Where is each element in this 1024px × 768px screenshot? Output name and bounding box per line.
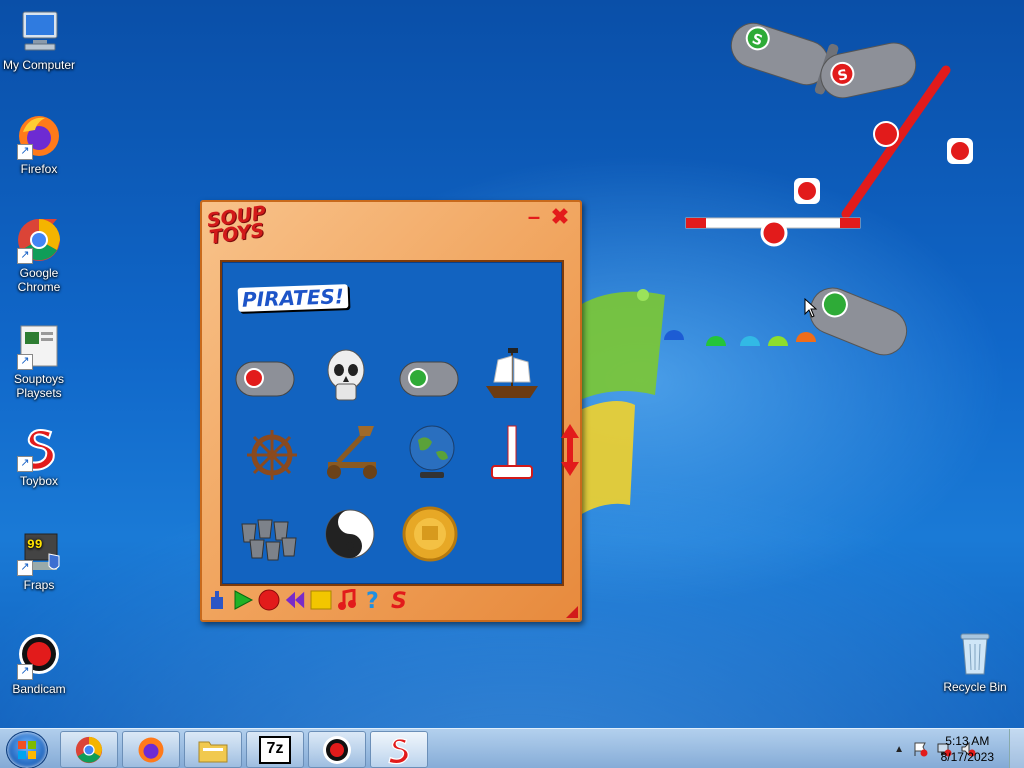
palette-item-buckets[interactable] <box>236 502 304 564</box>
flag-icon[interactable] <box>912 741 928 757</box>
taskbar-firefox[interactable] <box>122 731 180 768</box>
desktop-icon-bandicam[interactable]: ↗ Bandicam <box>0 632 78 696</box>
recycle-bin-icon <box>960 633 990 675</box>
taskbar-souptoys[interactable] <box>370 731 428 768</box>
soup-button[interactable]: S <box>388 589 410 611</box>
palette-item-skull[interactable] <box>312 346 380 408</box>
palette-item-catapult[interactable] <box>318 422 386 484</box>
desktop-icon-toybox[interactable]: ↗ Toybox <box>0 424 78 488</box>
weight-button[interactable] <box>206 589 228 611</box>
shortcut-arrow-icon: ↗ <box>17 248 33 264</box>
taskbar: 7z ▲ 5:13 AM 8/17/2023 <box>0 728 1024 768</box>
souptoys-icon <box>388 737 409 764</box>
resize-grip-icon[interactable] <box>566 606 578 618</box>
help-button[interactable]: ? <box>362 589 384 611</box>
play-icon <box>234 590 254 610</box>
chrome-icon <box>75 736 103 763</box>
palette-item-ship-wheel[interactable] <box>238 424 306 486</box>
mouse-cursor <box>804 298 818 318</box>
record-button[interactable] <box>258 589 280 611</box>
music-button[interactable] <box>336 589 358 611</box>
explorer-icon <box>198 741 228 762</box>
globe-icon <box>409 425 455 478</box>
computer-icon <box>22 11 58 51</box>
start-button[interactable] <box>6 731 48 768</box>
desktop-icon-label: Souptoys Playsets <box>13 372 65 400</box>
palette-item-cannon-red[interactable] <box>230 348 298 410</box>
stop-icon <box>310 590 332 610</box>
clock[interactable]: 5:13 AM 8/17/2023 <box>941 733 994 765</box>
palette-item-gold-coin[interactable] <box>396 504 464 566</box>
taskbar-bandicam[interactable] <box>308 731 366 768</box>
desktop-icon-label: Google Chrome <box>17 266 61 294</box>
clock-date: 8/17/2023 <box>940 750 994 764</box>
shortcut-arrow-icon: ↗ <box>17 354 33 370</box>
hammer-icon <box>491 425 533 479</box>
desktop-icon-label: My Computer <box>2 58 76 72</box>
buckets-icon <box>241 519 297 561</box>
section-title: PIRATES! <box>237 284 349 312</box>
taskbar-7zip[interactable]: 7z <box>246 731 304 768</box>
desktop-icon-my-computer[interactable]: My Computer <box>0 8 78 72</box>
show-desktop-button[interactable] <box>1009 729 1024 768</box>
help-icon: ? <box>366 589 379 611</box>
desktop-icon-recycle-bin[interactable]: Recycle Bin <box>936 630 1014 694</box>
firefox-icon <box>138 737 164 762</box>
desktop-icon-fraps[interactable]: 99 ↗ Fraps <box>0 528 78 592</box>
soup-toys-window[interactable]: SOUP TOYS – ✖ PIRATES! ? S <box>200 200 582 622</box>
weight-icon <box>211 591 223 609</box>
cannon-icon <box>399 361 459 397</box>
taskbar-chrome[interactable] <box>60 731 118 768</box>
toy-palette-pane: PIRATES! <box>220 260 564 586</box>
palette-item-yin-yang[interactable] <box>316 504 384 566</box>
shortcut-arrow-icon: ↗ <box>17 664 33 680</box>
desktop-icon-label: Fraps <box>23 578 55 592</box>
palette-item-cannon-green[interactable] <box>394 348 462 410</box>
desktop-icon-label: Toybox <box>19 474 59 488</box>
shortcut-arrow-icon: ↗ <box>17 144 33 160</box>
wheel-icon <box>247 430 297 480</box>
desktop-icon-chrome[interactable]: ↗ Google Chrome <box>0 216 78 294</box>
soup-toys-logo: SOUP TOYS <box>205 201 268 249</box>
clock-time: 5:13 AM <box>945 734 990 748</box>
skull-icon <box>327 349 365 401</box>
palette-item-hammer[interactable] <box>478 422 546 484</box>
cannon-icon <box>235 361 295 397</box>
yin-yang-icon <box>325 509 375 559</box>
ship-icon <box>486 348 538 398</box>
cannon-toy-2[interactable] <box>656 282 916 372</box>
svg-text:?: ? <box>366 589 379 611</box>
soup-icon: S <box>391 589 407 611</box>
palette-item-pirate-ship[interactable] <box>478 346 546 408</box>
record-icon <box>258 589 280 611</box>
desktop-icon-firefox[interactable]: ↗ Firefox <box>0 112 78 176</box>
shortcut-arrow-icon: ↗ <box>17 456 33 472</box>
rewind-button[interactable] <box>284 589 306 611</box>
7zip-icon: 7z <box>259 735 291 764</box>
close-button[interactable]: ✖ <box>550 206 570 228</box>
desktop-icon-souptoys-playsets[interactable]: ↗ Souptoys Playsets <box>0 322 78 400</box>
minimize-button[interactable]: – <box>524 206 544 228</box>
stop-button[interactable] <box>310 589 332 611</box>
music-icon <box>338 589 356 610</box>
bandicam-icon <box>323 735 351 764</box>
catapult-icon <box>327 426 377 479</box>
desktop-icon-label: Bandicam <box>12 682 66 696</box>
play-button[interactable] <box>232 589 254 611</box>
taskbar-explorer[interactable] <box>184 731 242 768</box>
coin-icon <box>402 506 458 562</box>
seesaw-toy[interactable] <box>680 62 980 252</box>
desktop-icon-label: Firefox <box>20 162 58 176</box>
shortcut-arrow-icon: ↗ <box>17 560 33 576</box>
palette-toolbar: ? S <box>206 586 410 614</box>
show-hidden-icon[interactable]: ▲ <box>894 744 904 755</box>
scroll-arrows[interactable] <box>561 424 579 476</box>
rewind-icon <box>285 591 305 609</box>
palette-item-globe[interactable] <box>398 422 466 484</box>
desktop-icon-label: Recycle Bin <box>943 680 1007 694</box>
svg-text:99: 99 <box>27 537 43 552</box>
windows-logo-icon <box>18 741 36 759</box>
svg-text:S: S <box>391 589 407 611</box>
